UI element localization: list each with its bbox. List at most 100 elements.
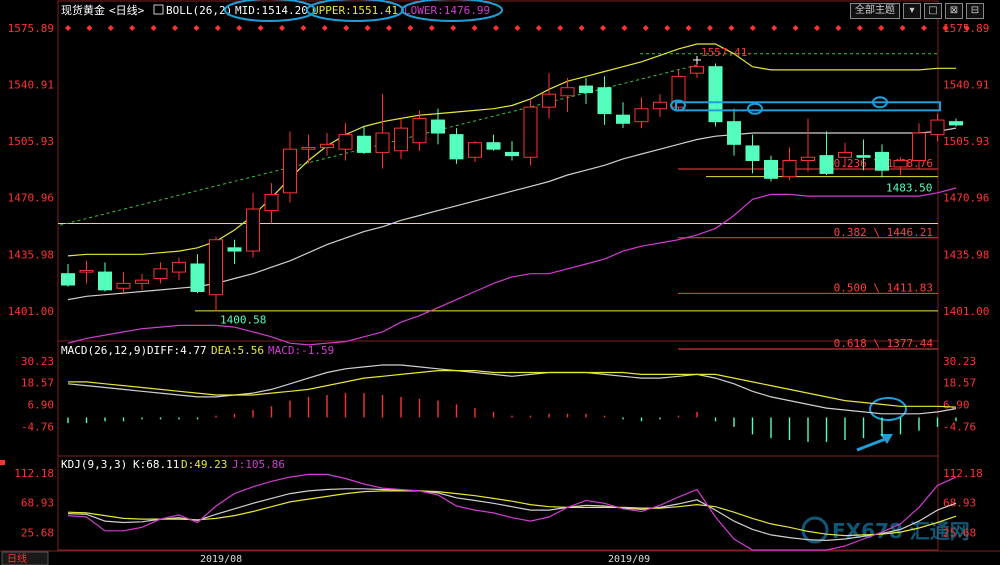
main-ytick-right: 1401.00	[943, 305, 989, 318]
macd-ytick-right: 30.23	[943, 355, 976, 368]
signal-diamond-icon	[792, 25, 799, 31]
candle-body	[523, 106, 538, 158]
signal-diamond-icon	[236, 25, 243, 31]
signal-diamond-icon	[321, 25, 328, 31]
candle-body	[61, 273, 75, 286]
signal-diamond-icon	[707, 25, 713, 31]
main-ytick-left: 1505.93	[8, 135, 54, 148]
macd-label: MACD(26,12,9)	[61, 344, 147, 357]
main-ytick-right: 1540.91	[943, 79, 989, 92]
fib-level-label: 0.500 \ 1411.83	[834, 281, 933, 294]
macd-panel-frame	[57, 340, 939, 457]
kdj-k-line	[67, 488, 957, 542]
macd-diff-value: DIFF:4.77	[147, 344, 207, 357]
highlight-touch-oval	[747, 102, 763, 115]
boll-label: BOLL(26,2)	[166, 4, 232, 17]
macd-macd-value: MACD:-1.59	[268, 344, 334, 357]
signal-diamond-icon	[493, 25, 499, 31]
candle-body	[727, 121, 741, 145]
candle-body	[782, 159, 797, 178]
main-ytick-left: 1435.98	[8, 248, 54, 261]
candle-body	[949, 121, 963, 126]
candle-body	[875, 151, 889, 171]
price-annotation-low: 1400.58	[220, 314, 266, 327]
signal-diamond-icon	[899, 25, 906, 31]
close-panel-icon[interactable]: ⊠	[945, 3, 963, 19]
window-icon[interactable]: □	[924, 3, 942, 19]
candle-body	[708, 66, 723, 123]
period-label: <日线>	[109, 3, 145, 17]
signal-diamond-icon	[65, 25, 71, 31]
signal-diamond-icon	[343, 25, 350, 31]
topic-select[interactable]: 全部主题	[850, 3, 900, 19]
candle-body	[468, 142, 482, 158]
kdj-ytick-left: 25.68	[21, 526, 54, 539]
kdj-ytick-right: 112.18	[943, 467, 983, 480]
toolbar: 全部主题 ▾ □ ⊠ ⊟	[850, 3, 984, 19]
candle-body	[856, 155, 871, 158]
candle-body	[930, 119, 945, 136]
signal-diamond-icon	[279, 25, 285, 31]
signal-diamond-icon	[835, 25, 842, 31]
candle-body	[597, 87, 612, 115]
main-panel-frame	[57, 0, 939, 342]
signal-diamond-icon	[921, 25, 927, 31]
signal-diamond-icon	[878, 25, 885, 31]
signal-diamond-icon	[621, 25, 628, 31]
main-ytick-left: 1575.89	[8, 22, 54, 35]
candle-body	[153, 268, 168, 280]
kdj-d-line	[67, 490, 957, 537]
signal-diamond-icon	[771, 25, 778, 31]
boll-settings-icon[interactable]	[153, 4, 164, 15]
candle-body	[98, 271, 112, 291]
kdj-marker-icon	[0, 460, 5, 465]
chart-svg: 现货黄金 <日线> BOLL(26,2) MID:1514.20 UPPER:1…	[0, 0, 1000, 565]
candle-body	[394, 127, 408, 152]
instrument-title: 现货黄金	[61, 3, 105, 17]
kdj-d-value: D:49.23	[181, 458, 227, 471]
main-ytick-right: 1505.93	[943, 135, 989, 148]
signal-diamond-icon	[557, 25, 564, 31]
candle-body	[486, 142, 501, 150]
fib-level-label: 0.618 \ 1377.44	[834, 337, 934, 350]
signal-diamond-icon	[150, 25, 157, 31]
period-tab-label: 日线	[7, 552, 27, 565]
main-ytick-left: 1540.91	[8, 79, 54, 92]
signal-diamond-icon	[107, 25, 114, 31]
candle-body	[227, 247, 242, 252]
candle-body	[801, 156, 815, 161]
candle-body	[653, 101, 667, 110]
candle-body	[616, 114, 630, 124]
signal-diamond-icon	[642, 25, 649, 31]
candle-body	[209, 239, 223, 296]
kdj-ytick-left: 68.93	[21, 497, 54, 510]
signal-diamond-icon	[600, 25, 606, 31]
arrow-shaft	[856, 436, 889, 452]
signal-diamond-icon	[514, 25, 521, 31]
candle-body	[912, 132, 926, 161]
chart-stage: 现货黄金 <日线> BOLL(26,2) MID:1514.20 UPPER:1…	[0, 0, 1000, 565]
candle-body	[116, 282, 131, 289]
signal-diamond-icon	[129, 25, 136, 31]
layout-icon[interactable]: ⊟	[966, 3, 984, 19]
macd-ytick-left: -4.76	[21, 420, 54, 433]
candle-body	[135, 279, 149, 284]
macd-ytick-right: -4.76	[943, 420, 976, 433]
boll-mid-value: MID:1514.20	[235, 4, 308, 17]
signal-diamond-icon	[578, 25, 585, 31]
candle-body	[745, 145, 760, 161]
kdj-ytick-right: 68.93	[943, 497, 976, 510]
kdj-label: KDJ(9,3,3)	[61, 458, 127, 471]
signal-diamond-icon	[86, 25, 93, 31]
dropdown-icon[interactable]: ▾	[903, 3, 921, 19]
kdj-k-value: K:68.11	[133, 458, 179, 471]
signal-diamond-icon	[364, 25, 371, 31]
candle-body	[79, 269, 94, 273]
candle-body	[819, 155, 834, 174]
signal-diamond-icon	[386, 25, 392, 31]
boll-lower-value: LOWER:1476.99	[404, 4, 490, 17]
month-label-sep: 2019/09	[608, 554, 650, 565]
main-ytick-right: 1470.96	[943, 192, 989, 205]
signal-diamond-icon	[300, 25, 307, 31]
kdj-ytick-left: 112.18	[14, 467, 54, 480]
